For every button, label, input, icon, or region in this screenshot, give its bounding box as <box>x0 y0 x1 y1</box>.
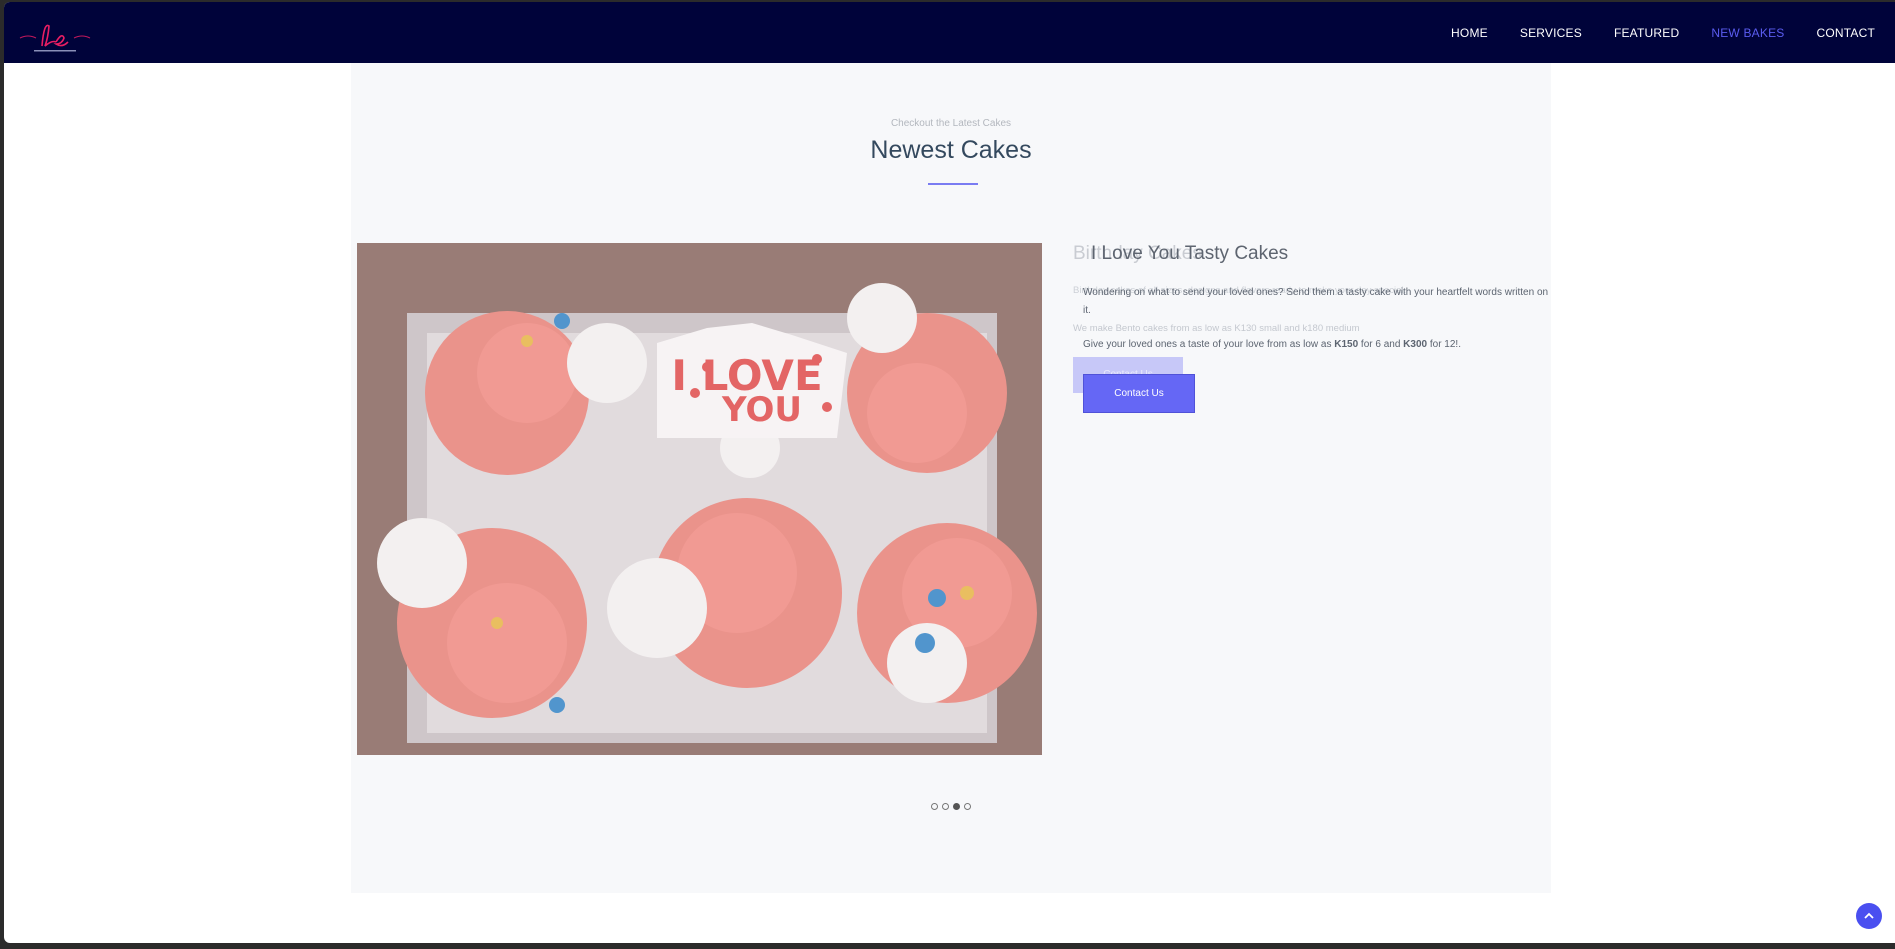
nav-home[interactable]: HOME <box>1451 26 1488 40</box>
section-title: Newest Cakes <box>870 136 1032 164</box>
newest-cakes-section: Checkout the Latest Cakes Newest Cakes I… <box>351 63 1551 893</box>
browser-viewport: HOME SERVICES FEATURED NEW BAKES CONTACT… <box>4 2 1895 943</box>
title-divider <box>928 183 978 185</box>
nav-menu: HOME SERVICES FEATURED NEW BAKES CONTACT <box>1419 2 1875 63</box>
chevron-up-icon <box>1864 912 1874 919</box>
brand-logo[interactable] <box>18 16 92 56</box>
carousel-dot[interactable] <box>942 803 949 810</box>
carousel-dot[interactable] <box>964 803 971 810</box>
nav-contact[interactable]: CONTACT <box>1816 26 1875 40</box>
previous-slide-price: We make Bento cakes from as low as K130 … <box>1073 323 1360 334</box>
price-suffix: for 12!. <box>1427 339 1461 350</box>
price-six: K150 <box>1334 339 1359 350</box>
slide-title: I Love You Tasty Cakes <box>1091 243 1289 264</box>
carousel-dot[interactable] <box>931 803 938 810</box>
price-mid: for 6 and <box>1358 339 1404 350</box>
navbar: HOME SERVICES FEATURED NEW BAKES CONTACT <box>4 2 1895 63</box>
slide-description: Wondering on what to send your loved one… <box>1083 287 1549 316</box>
nav-new-bakes[interactable]: NEW BAKES <box>1711 26 1784 40</box>
price-twelve: K300 <box>1403 339 1428 350</box>
scroll-to-top-button[interactable] <box>1856 903 1882 929</box>
price-prefix: Give your loved ones a taste of your lov… <box>1083 339 1335 350</box>
window-bottom-border <box>0 943 1895 949</box>
nav-services[interactable]: SERVICES <box>1520 26 1582 40</box>
cake-image: I LOVE YOU <box>357 243 1042 755</box>
carousel-indicators <box>351 803 1551 810</box>
nav-featured[interactable]: FEATURED <box>1614 26 1679 40</box>
carousel-dot[interactable] <box>953 803 960 810</box>
section-subtitle: Checkout the Latest Cakes <box>890 118 1012 129</box>
contact-us-button[interactable]: Contact Us <box>1083 374 1195 413</box>
slide-price-text: Give your loved ones a taste of your lov… <box>1083 339 1461 350</box>
